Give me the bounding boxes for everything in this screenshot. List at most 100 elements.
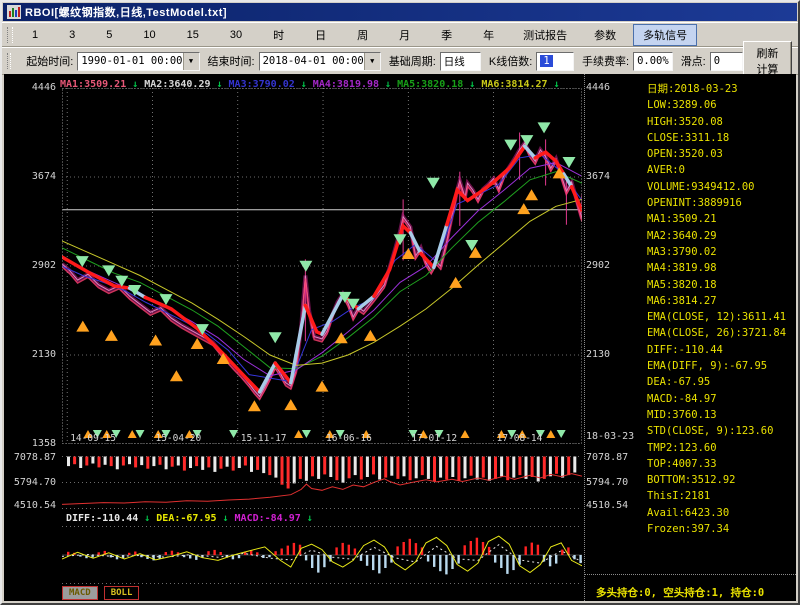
- volume-tick-right: 5794.70: [586, 477, 628, 488]
- slippage-input[interactable]: 0: [710, 52, 743, 71]
- macd-histogram-bar: [464, 545, 466, 555]
- sell-signal-marker: [427, 178, 440, 189]
- boll-indicator-button[interactable]: BOLL: [104, 586, 140, 600]
- macd-histogram-bar: [409, 539, 411, 555]
- volume-bar: [512, 457, 515, 478]
- dropdown-arrow-icon[interactable]: ▼: [183, 53, 199, 70]
- position-status: 多头持仓:0, 空头持仓:1, 持仓:0: [596, 585, 764, 600]
- toolbar-period-年[interactable]: 年: [471, 24, 506, 46]
- macd-histogram-bar: [360, 555, 362, 561]
- y-axis-tick: 2902: [6, 260, 56, 271]
- main-chart[interactable]: 14-09-1515-04-2015-11-1716-06-1617-01-12…: [62, 88, 582, 444]
- toolbar-period-时[interactable]: 时: [261, 24, 296, 46]
- volume-tick: 7078.87: [6, 452, 56, 463]
- macd-histogram-bar: [335, 547, 337, 555]
- volume-tick: 4510.54: [6, 500, 56, 511]
- info-panel-line: Frozen:397.34: [647, 521, 786, 537]
- macd-histogram-bar: [213, 550, 215, 555]
- macd-histogram-bar: [354, 549, 356, 556]
- info-panel-line: AVER:0: [647, 162, 786, 178]
- macd-histogram-bar: [293, 543, 295, 555]
- toolbar-gripper-2[interactable]: [7, 53, 11, 69]
- start-time-label: 起始时间:: [26, 53, 73, 69]
- series-ma-blue: [62, 154, 582, 381]
- info-panel-line: OPENINT:3889916: [647, 195, 786, 211]
- volume-bar: [171, 457, 174, 467]
- buy-signal-marker: [449, 277, 462, 288]
- volume-bar: [152, 457, 155, 467]
- buy-signal-marker: [316, 381, 329, 392]
- signal-row-marker: [557, 430, 566, 438]
- toolbar-period-15[interactable]: 15: [175, 26, 211, 44]
- dropdown-arrow-icon[interactable]: ▼: [364, 53, 380, 70]
- macd-pane-chart[interactable]: [62, 526, 582, 584]
- volume-pane-chart[interactable]: [62, 456, 582, 509]
- volume-tick-right: 7078.87: [586, 452, 628, 463]
- toolbar-gripper[interactable]: [7, 27, 13, 43]
- volume-bar: [299, 457, 302, 479]
- info-panel-line: OPEN:3520.03: [647, 146, 786, 162]
- macd-histogram-bar: [555, 555, 557, 564]
- toolbar-period-30[interactable]: 30: [218, 26, 254, 44]
- info-panel-line: LOW:3289.06: [647, 97, 786, 113]
- volume-bar: [134, 457, 137, 468]
- down-arrow-icon: ↓: [307, 513, 313, 524]
- fee-rate-value: 0.00%: [637, 55, 669, 67]
- volume-bar: [110, 457, 113, 467]
- toolbar-action-button[interactable]: 测试报告: [513, 24, 577, 46]
- toolbar-period-月[interactable]: 月: [387, 24, 422, 46]
- volume-bar: [482, 457, 485, 478]
- volume-bar: [268, 457, 271, 476]
- down-arrow-icon: ↓: [144, 513, 150, 524]
- toolbar-period-季[interactable]: 季: [429, 24, 464, 46]
- volume-bar: [165, 457, 168, 470]
- indicator-value-label: DEA:-67.95: [156, 513, 216, 524]
- volume-bar: [488, 457, 491, 481]
- toolbar-period-周[interactable]: 周: [345, 24, 380, 46]
- toolbar-period-10[interactable]: 10: [131, 26, 167, 44]
- macd-histogram-bar: [305, 555, 307, 560]
- signal-row-marker: [294, 430, 303, 438]
- macd-histogram-bar: [287, 546, 289, 555]
- volume-bar: [238, 457, 241, 469]
- volume-bar: [323, 457, 326, 475]
- info-panel-line: DEA:-67.95: [647, 374, 786, 390]
- signal-row-marker: [136, 430, 145, 438]
- toolbar-action-button[interactable]: 多轨信号: [633, 24, 697, 46]
- y-axis-tick-right: 2130: [586, 349, 610, 360]
- macd-histogram-bar: [281, 549, 283, 556]
- panel-divider: [585, 574, 796, 575]
- volume-bar: [525, 457, 528, 479]
- toolbar-period-3[interactable]: 3: [57, 26, 87, 44]
- fee-rate-input[interactable]: 0.00%: [633, 52, 673, 71]
- macd-histogram-bar: [396, 546, 398, 555]
- signal-row-marker: [229, 430, 238, 438]
- kline-multiple-input[interactable]: 1: [536, 52, 574, 71]
- toolbar-action-button[interactable]: 参数: [584, 24, 626, 46]
- volume-bar: [67, 457, 70, 467]
- volume-bar: [262, 457, 265, 474]
- macd-indicator-button[interactable]: MACD: [62, 586, 98, 600]
- chart-region[interactable]: MA1:3509.21↓MA2:3640.29↓MA3:3790.02↓MA4:…: [4, 74, 796, 601]
- end-time-combobox[interactable]: 2018-04-01 00:00 ▼: [259, 52, 381, 71]
- macd-histogram-bar: [268, 555, 270, 557]
- macd-histogram-bar: [110, 555, 112, 557]
- x-axis-date-label: 17-01-12: [411, 433, 457, 444]
- toolbar-period-1[interactable]: 1: [20, 26, 50, 44]
- toolbar-period-5[interactable]: 5: [94, 26, 124, 44]
- toolbar-period-日[interactable]: 日: [303, 24, 338, 46]
- volume-bar: [457, 457, 460, 481]
- volume-bar: [464, 457, 467, 479]
- volume-bar: [384, 457, 387, 478]
- macd-histogram-bar: [128, 553, 130, 555]
- info-panel-line: ThisI:2181: [647, 488, 786, 504]
- volume-bar: [372, 457, 375, 475]
- toolbar-settings: 起始时间: 1990-01-01 00:00 ▼ 结束时间: 2018-04-0…: [2, 47, 798, 75]
- start-time-combobox[interactable]: 1990-01-01 00:00 ▼: [77, 52, 199, 71]
- buy-signal-marker: [248, 400, 261, 411]
- volume-bar: [543, 457, 546, 479]
- info-panel-line: Avail:6423.30: [647, 505, 786, 521]
- volume-bar: [256, 457, 259, 470]
- open-interest-line: [62, 474, 582, 505]
- base-period-input[interactable]: 日线: [440, 52, 481, 71]
